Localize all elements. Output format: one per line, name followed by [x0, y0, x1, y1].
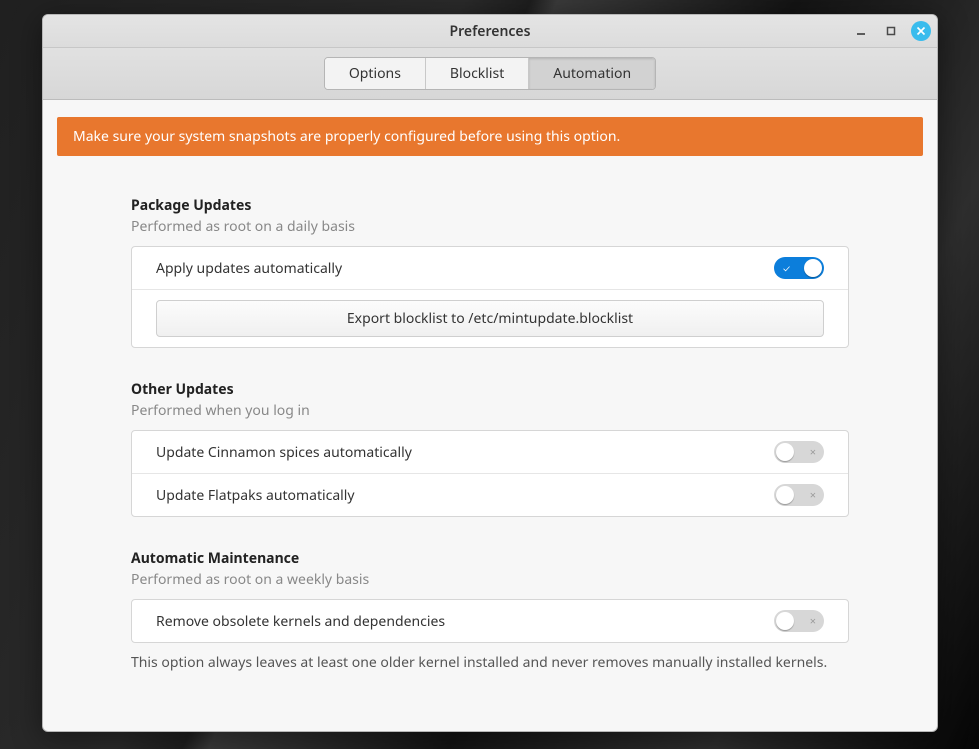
titlebar: Preferences [43, 15, 937, 48]
row-label: Remove obsolete kernels and dependencies [156, 612, 445, 631]
toggle-cinnamon-spices[interactable]: × [774, 441, 824, 463]
toggle-apply-updates[interactable]: ✓ [774, 257, 824, 279]
preferences-window: Preferences Options Blocklist Automation… [42, 14, 938, 732]
close-button[interactable] [911, 21, 931, 41]
row-export: Export blocklist to /etc/mintupdate.bloc… [132, 290, 848, 347]
panel-other: Update Cinnamon spices automatically × U… [131, 430, 849, 517]
section-title: Package Updates [131, 196, 849, 215]
row-cinnamon-spices: Update Cinnamon spices automatically × [132, 431, 848, 474]
toggle-knob [776, 612, 794, 630]
x-icon: × [810, 490, 816, 501]
section-subtitle: Performed as root on a daily basis [131, 217, 849, 236]
x-icon: × [810, 616, 816, 627]
maximize-icon [885, 25, 897, 37]
toggle-knob [776, 486, 794, 504]
row-apply-updates: Apply updates automatically ✓ [132, 247, 848, 290]
export-blocklist-button[interactable]: Export blocklist to /etc/mintupdate.bloc… [156, 300, 824, 337]
minimize-icon [855, 25, 867, 37]
row-remove-kernels: Remove obsolete kernels and dependencies… [132, 600, 848, 642]
close-icon [916, 26, 926, 36]
x-icon: × [810, 447, 816, 458]
minimize-button[interactable] [851, 21, 871, 41]
row-label: Update Flatpaks automatically [156, 486, 355, 505]
tab-blocklist[interactable]: Blocklist [426, 58, 529, 89]
section-package-updates: Package Updates Performed as root on a d… [131, 196, 849, 348]
warning-banner: Make sure your system snapshots are prop… [57, 117, 923, 156]
section-other-updates: Other Updates Performed when you log in … [131, 380, 849, 517]
tab-group: Options Blocklist Automation [324, 57, 656, 90]
row-label: Update Cinnamon spices automatically [156, 443, 412, 462]
tab-options[interactable]: Options [325, 58, 426, 89]
tab-automation[interactable]: Automation [529, 58, 655, 89]
section-title: Automatic Maintenance [131, 549, 849, 568]
panel-package: Apply updates automatically ✓ Export blo… [131, 246, 849, 348]
toggle-knob [776, 443, 794, 461]
maximize-button[interactable] [881, 21, 901, 41]
window-controls [851, 21, 931, 41]
section-subtitle: Performed as root on a weekly basis [131, 570, 849, 589]
section-note: This option always leaves at least one o… [131, 653, 849, 672]
window-title: Preferences [449, 22, 530, 41]
content-area: Package Updates Performed as root on a d… [43, 156, 937, 672]
toggle-remove-kernels[interactable]: × [774, 610, 824, 632]
toggle-knob [804, 259, 822, 277]
panel-maintenance: Remove obsolete kernels and dependencies… [131, 599, 849, 643]
section-automatic-maintenance: Automatic Maintenance Performed as root … [131, 549, 849, 672]
row-flatpaks: Update Flatpaks automatically × [132, 474, 848, 516]
toggle-flatpaks[interactable]: × [774, 484, 824, 506]
check-icon: ✓ [783, 261, 790, 275]
tabbar: Options Blocklist Automation [43, 48, 937, 100]
section-title: Other Updates [131, 380, 849, 399]
section-subtitle: Performed when you log in [131, 401, 849, 420]
row-label: Apply updates automatically [156, 259, 342, 278]
